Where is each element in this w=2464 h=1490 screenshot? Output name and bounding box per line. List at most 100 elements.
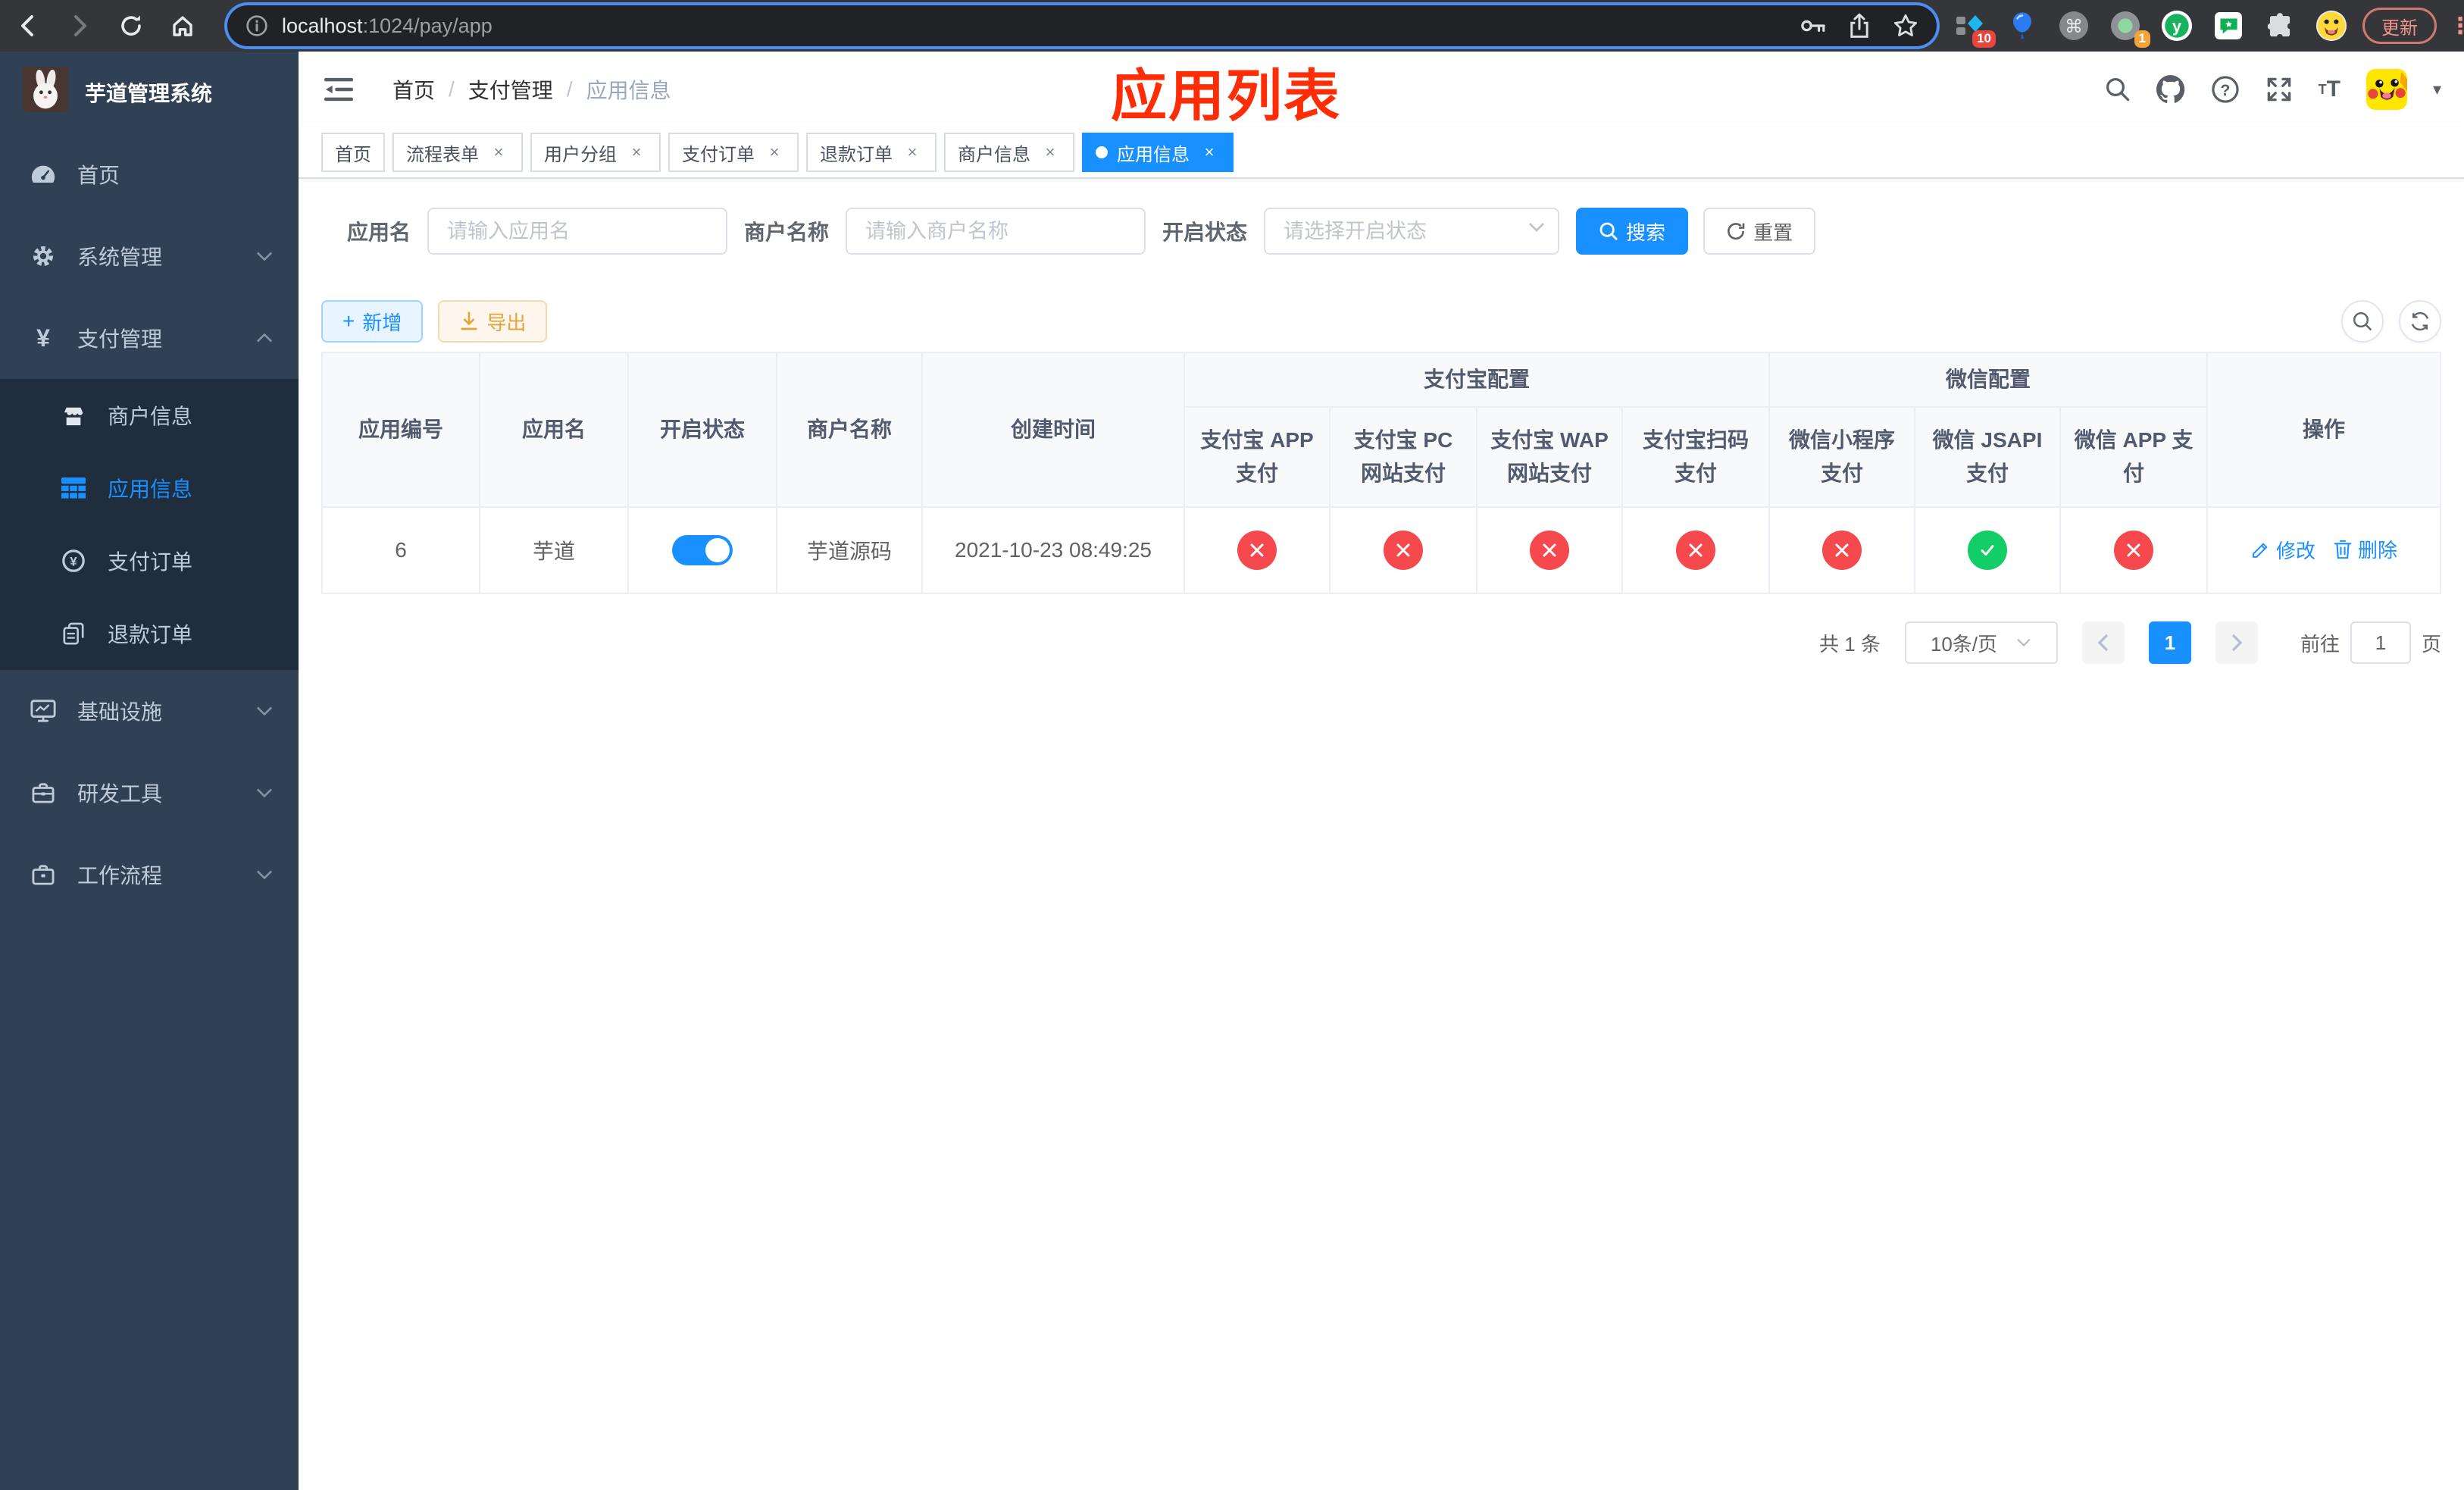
goto-page-input[interactable] bbox=[2350, 621, 2411, 664]
payment-submenu: 商户信息 应用信息 ¥ 支付订单 退款订单 bbox=[0, 379, 299, 670]
bookmark-star-icon[interactable] bbox=[1893, 13, 1918, 39]
sidebar-item-label: 应用信息 bbox=[108, 477, 193, 501]
browser-back-icon[interactable] bbox=[15, 13, 41, 39]
address-bar[interactable]: localhost:1024/pay/app bbox=[227, 5, 1937, 46]
tab-home[interactable]: 首页 bbox=[321, 133, 385, 172]
chevron-down-icon bbox=[2017, 638, 2031, 647]
chevron-down-icon bbox=[256, 787, 273, 798]
reset-button[interactable]: 重置 bbox=[1703, 208, 1816, 255]
show-search-icon-button[interactable] bbox=[2341, 300, 2384, 343]
close-icon[interactable]: × bbox=[1040, 142, 1061, 162]
tab-user-group[interactable]: 用户分组 × bbox=[530, 133, 661, 172]
app-name-input[interactable] bbox=[427, 208, 728, 255]
extension-gem-icon[interactable] bbox=[2006, 10, 2038, 42]
sidebar-item-refund-orders[interactable]: 退款订单 bbox=[0, 597, 299, 670]
page-content: 应用名 商户名称 开启状态 搜索 bbox=[299, 179, 2464, 1490]
help-icon[interactable]: ? bbox=[2211, 75, 2240, 104]
add-button[interactable]: + 新增 bbox=[321, 300, 424, 343]
sidebar-item-pay-orders[interactable]: ¥ 支付订单 bbox=[0, 524, 299, 597]
close-icon[interactable]: × bbox=[626, 142, 647, 162]
sidebar-item-workflow[interactable]: 工作流程 bbox=[0, 834, 299, 916]
status-select[interactable] bbox=[1264, 208, 1560, 255]
col-group-alipay: 支付宝配置 bbox=[1183, 352, 1771, 408]
sidebar-item-payment[interactable]: ¥ 支付管理 bbox=[0, 297, 299, 379]
extension-command-icon[interactable]: ⌘ bbox=[2058, 10, 2090, 42]
sidebar-item-merchant-info[interactable]: 商户信息 bbox=[0, 379, 299, 452]
tab-refund-orders[interactable]: 退款订单 × bbox=[806, 133, 937, 172]
command-glyph: ⌘ bbox=[2065, 17, 2083, 37]
merchant-name-input[interactable] bbox=[846, 208, 1146, 255]
sidebar-item-system[interactable]: 系统管理 bbox=[0, 215, 299, 297]
status-toggle[interactable] bbox=[672, 535, 733, 565]
user-avatar[interactable] bbox=[2366, 69, 2407, 110]
extension-recorder-icon[interactable]: 1 bbox=[2109, 10, 2150, 48]
cell-actions: 修改 删除 bbox=[2206, 506, 2441, 594]
chrome-update-button[interactable]: 更新 bbox=[2362, 8, 2437, 44]
search-button[interactable]: 搜索 bbox=[1576, 208, 1689, 255]
browser-home-icon[interactable] bbox=[170, 13, 195, 39]
browser-profile-avatar[interactable] bbox=[2315, 10, 2347, 42]
close-icon[interactable]: × bbox=[902, 142, 923, 162]
sidebar-collapse-icon[interactable] bbox=[324, 77, 353, 102]
url-path: :1024/pay/app bbox=[362, 14, 492, 37]
site-info-icon[interactable] bbox=[245, 14, 268, 37]
tab-merchant-info[interactable]: 商户信息 × bbox=[944, 133, 1074, 172]
page-size-select[interactable]: 10条/页 bbox=[1904, 621, 2058, 664]
delete-button[interactable]: 删除 bbox=[2334, 535, 2397, 563]
sidebar-item-home[interactable]: 首页 bbox=[0, 133, 299, 215]
prev-page-button[interactable] bbox=[2081, 621, 2125, 664]
sidebar-item-dev-tools[interactable]: 研发工具 bbox=[0, 752, 299, 834]
pagination: 共 1 条 10条/页 1 前往 页 bbox=[321, 621, 2441, 664]
goto-page: 前往 页 bbox=[2300, 621, 2441, 664]
sidebar-menu: 首页 系统管理 ¥ 支付管理 商户信息 应用信息 ¥ 支付订单 退款订单 基础设… bbox=[0, 133, 299, 916]
chevron-down-icon[interactable]: ▾ bbox=[2433, 80, 2441, 99]
breadcrumb: 首页 / 支付管理 / 应用信息 bbox=[392, 74, 671, 105]
browser-forward-icon[interactable] bbox=[67, 13, 92, 39]
breadcrumb-home[interactable]: 首页 bbox=[392, 74, 435, 105]
url-text[interactable]: localhost:1024/pay/app bbox=[282, 14, 1778, 38]
extension-chat-icon[interactable] bbox=[2212, 10, 2244, 42]
sidebar-item-app-info[interactable]: 应用信息 bbox=[0, 452, 299, 524]
sidebar-item-infrastructure[interactable]: 基础设施 bbox=[0, 670, 299, 752]
edit-button[interactable]: 修改 bbox=[2250, 536, 2315, 564]
fullscreen-icon[interactable] bbox=[2265, 76, 2293, 103]
sidebar-item-label: 基础设施 bbox=[77, 700, 163, 724]
extension-diamond-icon[interactable]: 10 bbox=[1955, 10, 1996, 48]
browser-reload-icon[interactable] bbox=[118, 13, 144, 39]
refresh-button[interactable] bbox=[2399, 300, 2441, 343]
current-page[interactable]: 1 bbox=[2148, 621, 2191, 664]
sidebar-item-label: 工作流程 bbox=[77, 864, 163, 887]
tab-app-info[interactable]: 应用信息 × bbox=[1082, 133, 1234, 172]
font-size-icon[interactable]: TT bbox=[2319, 77, 2340, 102]
monitor-icon bbox=[30, 699, 56, 723]
status-on-icon bbox=[1968, 531, 2008, 570]
extensions-row: 10 ⌘ 1 y bbox=[1955, 10, 2347, 48]
col-app-id: 应用编号 bbox=[321, 352, 480, 508]
sidebar-item-label: 首页 bbox=[77, 164, 120, 187]
next-page-button[interactable] bbox=[2215, 621, 2258, 664]
close-icon[interactable]: × bbox=[1199, 142, 1220, 162]
extension-y-logo-icon[interactable]: y bbox=[2161, 10, 2193, 42]
col-status: 开启状态 bbox=[627, 352, 777, 508]
status-off-icon bbox=[1384, 531, 1423, 570]
merchant-name-label: 商户名称 bbox=[744, 221, 830, 244]
col-created: 创建时间 bbox=[921, 352, 1185, 508]
shop-icon bbox=[61, 405, 86, 426]
extensions-puzzle-icon[interactable] bbox=[2264, 10, 2296, 42]
search-icon[interactable] bbox=[2105, 77, 2131, 102]
status-off-icon bbox=[2114, 531, 2154, 570]
cell-app-id: 6 bbox=[321, 506, 480, 594]
dashboard-icon bbox=[30, 164, 56, 185]
share-icon[interactable] bbox=[1849, 13, 1870, 39]
password-key-icon[interactable] bbox=[1800, 17, 1826, 34]
tab-pay-orders[interactable]: 支付订单 × bbox=[668, 133, 799, 172]
svg-text:?: ? bbox=[2220, 82, 2230, 99]
breadcrumb-section[interactable]: 支付管理 bbox=[468, 74, 553, 105]
browser-menu-icon[interactable]: ⋮ bbox=[2449, 13, 2464, 39]
github-icon[interactable] bbox=[2156, 75, 2185, 104]
close-icon[interactable]: × bbox=[764, 142, 785, 162]
close-icon[interactable]: × bbox=[488, 142, 509, 162]
app-logo-row[interactable]: 芋道管理系统 bbox=[0, 52, 299, 133]
tab-process-form[interactable]: 流程表单 × bbox=[392, 133, 523, 172]
export-button[interactable]: 导出 bbox=[438, 300, 548, 343]
